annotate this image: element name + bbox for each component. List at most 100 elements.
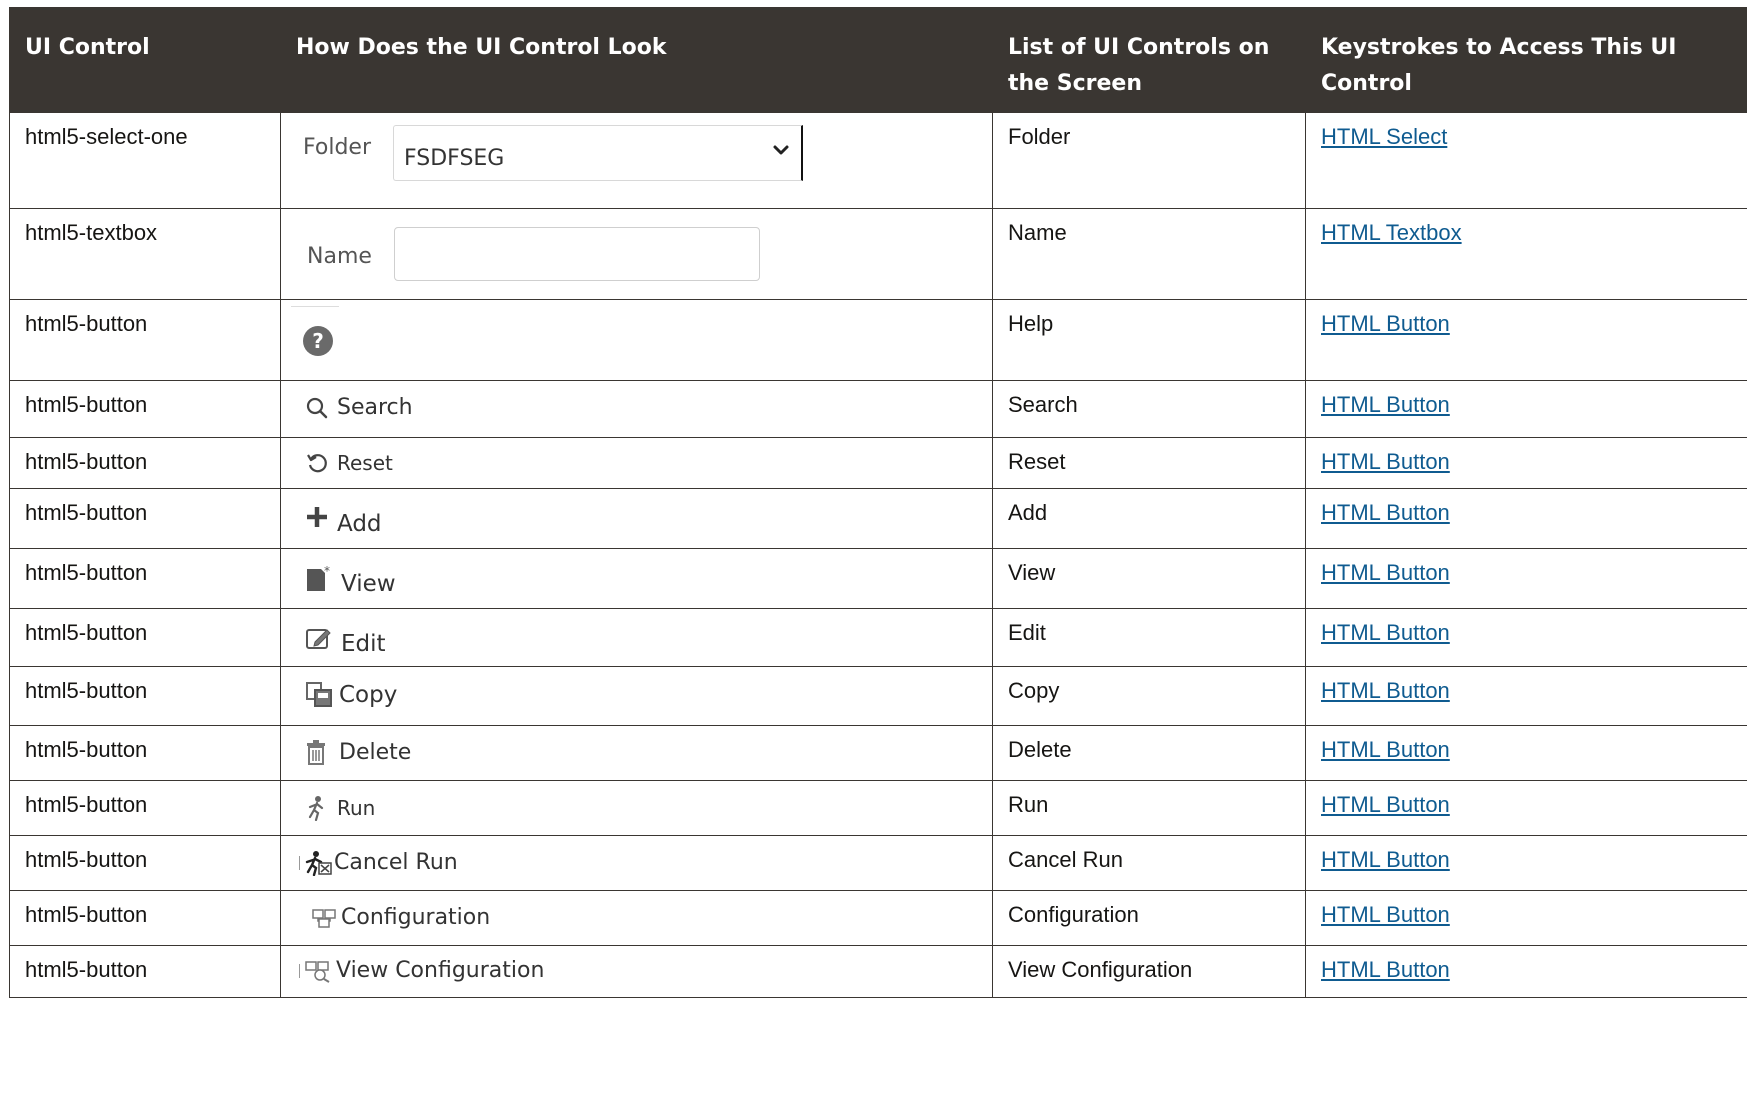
name-textbox-preview[interactable]: Name	[307, 227, 760, 281]
keystrokes-cell: HTML Button	[1305, 725, 1747, 781]
html-button-link[interactable]: HTML Button	[1321, 500, 1450, 525]
view-configuration-button[interactable]: View Configuration	[299, 958, 544, 984]
html-button-link[interactable]: HTML Button	[1321, 847, 1450, 872]
list-cell: Search	[992, 380, 1306, 438]
list-cell: View	[992, 548, 1306, 609]
look-cell: Cancel Run	[280, 835, 993, 891]
list-cell: Run	[992, 780, 1306, 836]
look-cell: Delete	[280, 725, 993, 781]
add-button[interactable]: Add	[305, 501, 382, 537]
look-cell: Copy	[280, 666, 993, 726]
list-cell: Add	[992, 488, 1306, 549]
html-button-link[interactable]: HTML Button	[1321, 792, 1450, 817]
search-label: Search	[337, 395, 413, 420]
table-row: html5-select-one Folder FSDFSEG Folder H…	[9, 112, 1747, 209]
ui-control-cell: html5-button	[9, 548, 281, 609]
list-cell: View Configuration	[992, 945, 1306, 998]
html-button-link[interactable]: HTML Button	[1321, 678, 1450, 703]
look-cell: Reset	[280, 437, 993, 489]
html-button-link[interactable]: HTML Button	[1321, 392, 1450, 417]
table-row: html5-textbox Name Name HTML Textbox	[9, 208, 1747, 300]
html-button-link[interactable]: HTML Button	[1321, 560, 1450, 585]
table-row: html5-button Run Run HTML Button	[9, 780, 1747, 836]
look-cell: Configuration	[280, 890, 993, 946]
help-button[interactable]: ?	[303, 326, 333, 356]
keystrokes-cell: HTML Button	[1305, 380, 1747, 438]
table-row: html5-button Copy Copy HTML Button	[9, 666, 1747, 726]
folder-select[interactable]: FSDFSEG	[393, 125, 803, 181]
look-cell: Folder FSDFSEG	[280, 112, 993, 209]
keystrokes-cell: HTML Button	[1305, 945, 1747, 998]
list-cell: Folder	[992, 112, 1306, 209]
ui-control-cell: html5-select-one	[9, 112, 281, 209]
chevron-down-icon	[773, 145, 789, 155]
ui-control-cell: html5-button	[9, 437, 281, 489]
divider	[291, 306, 339, 307]
table-row: html5-button Search Search HTML Button	[9, 380, 1747, 438]
run-button[interactable]: Run	[305, 795, 375, 821]
search-button[interactable]: Search	[305, 395, 413, 421]
cancel-run-icon	[305, 851, 332, 876]
keystrokes-cell: HTML Button	[1305, 548, 1747, 609]
divider	[299, 856, 300, 870]
help-icon: ?	[303, 326, 333, 356]
cancel-run-label: Cancel Run	[334, 850, 458, 875]
html-button-link[interactable]: HTML Button	[1321, 311, 1450, 336]
search-icon	[306, 397, 328, 419]
list-cell: Configuration	[992, 890, 1306, 946]
divider	[299, 964, 300, 978]
look-cell: Name	[280, 208, 993, 300]
keystrokes-cell: HTML Button	[1305, 890, 1747, 946]
look-cell: Edit	[280, 608, 993, 667]
html-button-link[interactable]: HTML Button	[1321, 957, 1450, 982]
header-ui-control: UI Control	[9, 7, 281, 113]
table-row: html5-button Delete Delete HTML Button	[9, 725, 1747, 781]
reset-label: Reset	[337, 451, 393, 475]
view-icon: *	[307, 565, 330, 591]
configuration-button[interactable]: Configuration	[311, 905, 490, 931]
ui-control-cell: html5-button	[9, 725, 281, 781]
cancel-run-button[interactable]: Cancel Run	[299, 850, 458, 876]
table-row: html5-button Edit Edit HTML Button	[9, 608, 1747, 667]
keystrokes-cell: HTML Button	[1305, 780, 1747, 836]
delete-label: Delete	[339, 740, 412, 765]
folder-select-preview[interactable]: Folder FSDFSEG	[303, 125, 803, 181]
html-textbox-link[interactable]: HTML Textbox	[1321, 220, 1462, 245]
edit-button[interactable]: Edit	[305, 621, 386, 657]
configuration-label: Configuration	[341, 905, 491, 930]
list-cell: Cancel Run	[992, 835, 1306, 891]
html-select-link[interactable]: HTML Select	[1321, 124, 1447, 149]
name-input[interactable]	[393, 227, 760, 281]
view-configuration-icon	[305, 961, 330, 983]
reset-button[interactable]: Reset	[305, 450, 393, 476]
copy-icon	[306, 682, 332, 707]
html-button-link[interactable]: HTML Button	[1321, 902, 1450, 927]
ui-controls-table: UI Control How Does the UI Control Look …	[9, 7, 1747, 998]
table-row: html5-button Add Add HTML Button	[9, 488, 1747, 549]
table-header-row: UI Control How Does the UI Control Look …	[9, 7, 1747, 113]
ui-control-cell: html5-button	[9, 666, 281, 726]
svg-text:*: *	[324, 565, 330, 578]
view-button[interactable]: * View	[305, 561, 396, 597]
trash-icon	[307, 740, 325, 765]
keystrokes-cell: HTML Textbox	[1305, 208, 1747, 300]
view-configuration-label: View Configuration	[336, 958, 545, 983]
copy-button[interactable]: Copy	[305, 681, 397, 709]
html-button-link[interactable]: HTML Button	[1321, 620, 1450, 645]
edit-label: Edit	[341, 631, 386, 657]
ui-control-cell: html5-button	[9, 945, 281, 998]
html-button-link[interactable]: HTML Button	[1321, 737, 1450, 762]
list-cell: Name	[992, 208, 1306, 300]
plus-icon	[307, 507, 327, 527]
html-button-link[interactable]: HTML Button	[1321, 449, 1450, 474]
look-cell: ?	[280, 299, 993, 381]
ui-control-cell: html5-button	[9, 608, 281, 667]
table-row: html5-button Reset Reset HTML Button	[9, 437, 1747, 489]
look-cell: Search	[280, 380, 993, 438]
ui-control-cell: html5-button	[9, 780, 281, 836]
ui-control-cell: html5-textbox	[9, 208, 281, 300]
look-cell: Add	[280, 488, 993, 549]
delete-button[interactable]: Delete	[305, 740, 411, 766]
run-label: Run	[337, 796, 376, 820]
ui-control-cell: html5-button	[9, 835, 281, 891]
